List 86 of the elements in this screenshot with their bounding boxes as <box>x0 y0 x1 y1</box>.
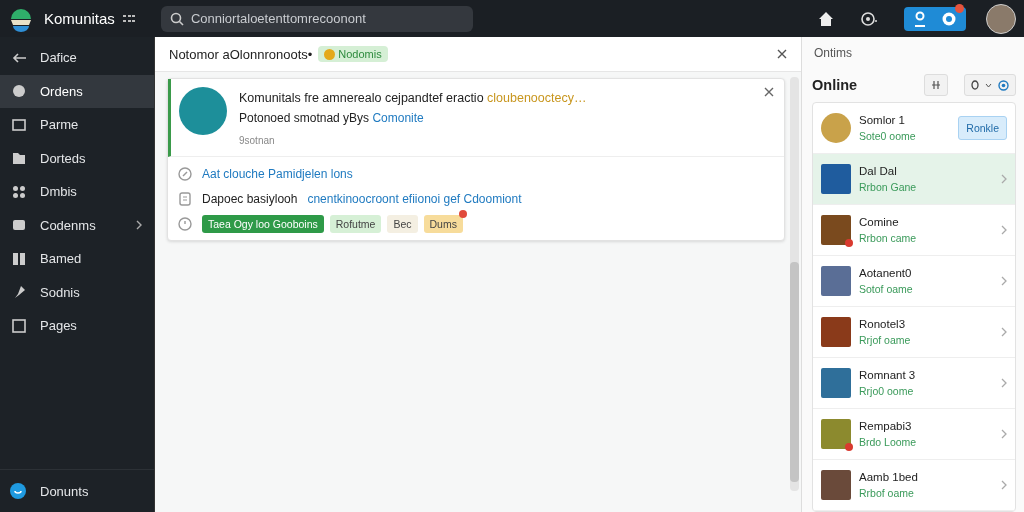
online-user[interactable]: Aotanent0 Sotof oame <box>813 256 1015 307</box>
chevron-icon <box>1001 174 1007 184</box>
user-status: Sotof oame <box>859 283 914 295</box>
account-label[interactable]: Donunts <box>40 483 89 499</box>
profile-icon <box>10 483 26 499</box>
user-status: Brdo Loome <box>859 436 918 448</box>
user-status: Rrbon came <box>859 232 918 244</box>
pencil-circle-icon <box>178 166 192 181</box>
clock-icon <box>178 216 192 231</box>
caret-icon <box>985 82 992 88</box>
user-status: Sote0 oome <box>859 130 917 142</box>
online-user[interactable]: Romnant 3 Rrjo0 oome <box>813 358 1015 409</box>
online-user[interactable]: Somlor 1 Sote0 oome Ronkle <box>813 103 1015 154</box>
scrollbar[interactable] <box>790 77 799 491</box>
quick-actions[interactable] <box>904 6 966 31</box>
user-name: Aotanent0 <box>859 267 913 279</box>
close-icon[interactable] <box>777 49 787 59</box>
user-status: Rrjof oame <box>859 334 912 346</box>
square-icon <box>12 318 26 333</box>
back-arrow-icon <box>12 50 26 65</box>
chevron-icon <box>1001 225 1007 235</box>
coin-icon <box>324 48 336 60</box>
check-circle-icon <box>998 79 1009 91</box>
tag[interactable]: Taea Ogy loo Gooboins <box>202 214 324 233</box>
link[interactable]: Aat clouche Pamidjelen lons <box>202 166 353 181</box>
view-dropdown[interactable] <box>964 74 1016 96</box>
sidebar-item[interactable]: Ordens <box>0 74 154 108</box>
circle-icon <box>12 84 26 99</box>
columns-icon <box>12 251 26 266</box>
chevron-icon <box>1001 429 1007 439</box>
notification-subtitle: Potonoed smotnad yBys Comonite <box>239 111 425 125</box>
sidebar-item[interactable]: Bamed <box>0 242 154 276</box>
tag[interactable]: Rofutme <box>329 214 382 233</box>
online-user[interactable]: Ronotel3 Rrjof oame <box>813 307 1015 358</box>
chevron-icon <box>1001 480 1007 490</box>
user-name: Aamb 1bed <box>859 471 919 483</box>
chevron-icon <box>1001 327 1007 337</box>
user-status: Rrbon Gane <box>859 181 918 193</box>
user-name: Rempabi3 <box>859 420 913 432</box>
user-name: Somlor 1 <box>859 114 907 126</box>
subtitle-link[interactable]: Comonite <box>372 111 424 125</box>
app-name: Komunitas <box>44 10 115 27</box>
user-name: Romnant 3 <box>859 369 917 381</box>
sidebar-item[interactable]: Dorteds <box>0 141 154 175</box>
screen-icon <box>12 117 26 132</box>
status-badge: Nodomis <box>318 46 388 62</box>
home-icon[interactable] <box>818 10 834 27</box>
panel-heading: Online <box>812 77 859 93</box>
grid-icon[interactable] <box>122 13 135 24</box>
sidebar-item[interactable]: Dafice <box>0 41 154 75</box>
user-status: Rrbof oame <box>859 487 915 499</box>
avatar[interactable] <box>986 3 1016 34</box>
user-name: Dal Dal <box>859 165 898 177</box>
user-name: Ronotel3 <box>859 318 907 330</box>
online-user[interactable]: Dal Dal Rrbon Gane <box>813 154 1015 205</box>
chevron-icon <box>1001 378 1007 388</box>
sidebar-item[interactable]: Codenms <box>0 208 154 242</box>
filter-button[interactable] <box>924 74 948 96</box>
user-status: Rrjo0 oome <box>859 385 915 397</box>
circle-icon <box>971 80 979 90</box>
sidebar-item[interactable]: Parme <box>0 108 154 142</box>
sidebar-item[interactable]: Pages <box>0 309 154 343</box>
online-user[interactable]: Comine Rrbon came <box>813 205 1015 256</box>
panel-title: Notomor aOlonnronoots• <box>169 46 313 62</box>
online-user[interactable]: Rempabi3 Brdo Loome <box>813 409 1015 460</box>
description-text: Dapoec basiylooh <box>202 191 298 206</box>
action-button[interactable]: Ronkle <box>958 116 1007 140</box>
search-icon <box>169 11 184 26</box>
notification-title: Komunitals fre amnerealo cejpandtef eractio cloubenooctecy… <box>239 91 588 105</box>
dots-icon <box>12 184 26 199</box>
panel-caption: Ontims <box>813 45 853 60</box>
document-icon <box>178 191 192 206</box>
chevron-icon <box>1001 276 1007 286</box>
link[interactable]: cnentkinoocroont efiionoi gef Cdoomiont <box>307 191 522 206</box>
online-user[interactable]: Aamb 1bed Rrbof oame <box>813 460 1015 511</box>
sidebar-item[interactable]: Sodnis <box>0 275 154 309</box>
person-icon <box>913 10 927 27</box>
folder-icon <box>12 151 26 166</box>
community-logo <box>179 87 227 135</box>
sidebar-item[interactable]: Dmbis <box>0 175 154 209</box>
search-field[interactable]: Conniortaloetenttomrecoonont <box>160 5 473 32</box>
tag[interactable]: Bec <box>387 214 418 233</box>
pen-icon <box>12 285 26 300</box>
user-name: Comine <box>859 216 900 228</box>
close-icon[interactable] <box>764 87 774 97</box>
timestamp: 9sotnan <box>239 135 276 146</box>
